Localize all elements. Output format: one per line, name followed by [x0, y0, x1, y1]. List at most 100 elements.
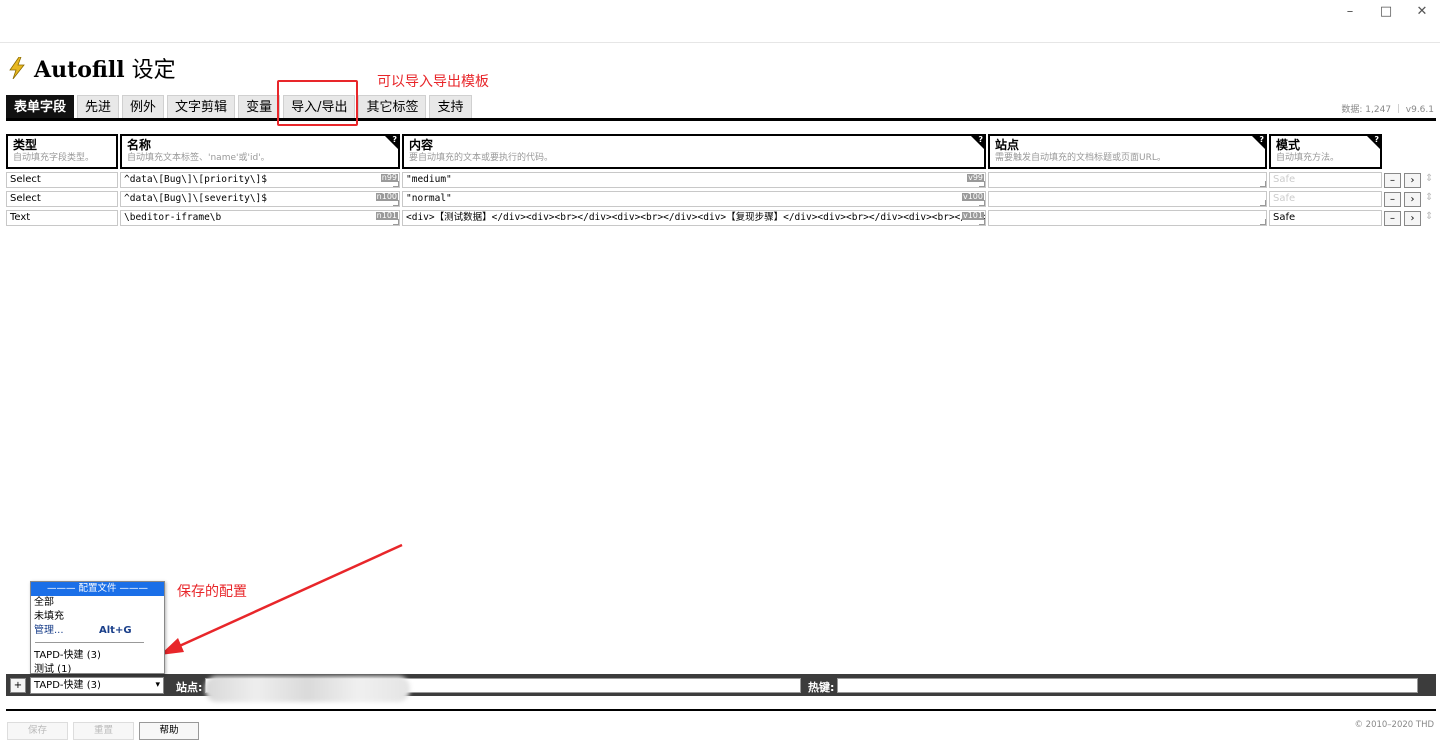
drag-handle-icon[interactable]: ⇕ [1425, 211, 1433, 222]
dropdown-item-all[interactable]: 全部 [31, 596, 164, 610]
column-subtitle: 自动填充文本标签、'name'或'id'。 [127, 153, 270, 163]
row-name-text: ^data\[Bug\]\[severity\]$ [124, 193, 267, 204]
dropdown-header: ——— 配置文件 ——— [31, 582, 164, 596]
hotkey-input[interactable] [837, 678, 1418, 693]
column-subtitle: 自动填充字段类型。 [13, 153, 95, 163]
manage-shortcut: Alt+G [99, 625, 132, 636]
column-title: 模式 [1276, 138, 1301, 152]
dropdown-item-profile-tapd[interactable]: TAPD-快建 (3) [31, 649, 164, 663]
column-title: 名称 [127, 138, 152, 152]
tab-bar: 表单字段 先进 例外 文字剪辑 变量 导入/导出 其它标签 支持 [6, 95, 472, 118]
column-subtitle: 自动填充方法。 [1276, 153, 1340, 163]
annotation-import-export: 可以导入导出模板 [377, 74, 489, 90]
title-divider [0, 42, 1440, 43]
tab-form-fields[interactable]: 表单字段 [6, 95, 75, 118]
column-subtitle: 要自动填充的文本或要执行的代码。 [409, 153, 554, 163]
reset-button[interactable]: 重置 [73, 722, 134, 740]
help-mark: ? [1259, 135, 1264, 144]
resize-grip-icon[interactable] [393, 219, 399, 225]
row-1-content-input[interactable]: "medium" v99 [402, 172, 986, 188]
row-1-site-input[interactable] [988, 172, 1267, 188]
profile-select-value: TAPD-快建 (3) [34, 680, 101, 691]
chevron-down-icon: ▾ [155, 680, 160, 690]
close-icon[interactable]: ✕ [1414, 4, 1430, 19]
tab-underline [6, 118, 1436, 121]
row-content-text: "normal" [406, 193, 452, 204]
row-3-type-select[interactable]: Text [6, 210, 118, 226]
resize-grip-icon[interactable] [979, 200, 985, 206]
help-button[interactable]: 帮助 [139, 722, 199, 740]
resize-grip-icon[interactable] [393, 200, 399, 206]
row-3-next-button[interactable]: › [1404, 211, 1421, 226]
help-corner-icon[interactable]: ? [1367, 135, 1380, 149]
row-content-text: "medium" [406, 174, 452, 185]
row-2-name-input[interactable]: ^data\[Bug\]\[severity\]$ n100 [120, 191, 400, 207]
manage-label: 管理... [34, 625, 64, 636]
row-1-name-input[interactable]: ^data\[Bug\]\[priority\]$ n99 [120, 172, 400, 188]
row-1-mode-select[interactable]: Safe [1269, 172, 1382, 188]
column-header-content: 内容 要自动填充的文本或要执行的代码。 ? [402, 134, 986, 169]
row-3-remove-button[interactable]: – [1384, 211, 1401, 226]
dropdown-item-unfilled[interactable]: 未填充 [31, 610, 164, 624]
row-3-content-input[interactable]: <div>【测试数据】</div><div><br></div><div><br… [402, 210, 986, 226]
column-title: 类型 [13, 138, 38, 152]
row-3-mode-select[interactable]: Safe [1269, 210, 1382, 226]
hotkey-label: 热键: [808, 681, 835, 694]
column-header-type: 类型 自动填充字段类型。 [6, 134, 118, 169]
help-mark: ? [1374, 135, 1379, 144]
row-name-text: \beditor-iframe\b [124, 212, 222, 223]
redacted-blur [205, 676, 410, 702]
tab-text-clips[interactable]: 文字剪辑 [167, 95, 236, 118]
drag-handle-icon[interactable]: ⇕ [1425, 192, 1433, 203]
maximize-icon[interactable]: □ [1378, 4, 1394, 19]
resize-grip-icon[interactable] [979, 181, 985, 187]
row-2-mode-select[interactable]: Safe [1269, 191, 1382, 207]
row-2-next-button[interactable]: › [1404, 192, 1421, 207]
copyright: © 2010–2020 THD [1354, 720, 1434, 730]
tab-other-tags[interactable]: 其它标签 [358, 95, 427, 118]
app-title-bold: Autofill [34, 57, 125, 83]
row-1-remove-button[interactable]: – [1384, 173, 1401, 188]
resize-grip-icon[interactable] [393, 181, 399, 187]
column-header-site: 站点 需要触发自动填充的文档标题或页面URL。 ? [988, 134, 1267, 169]
row-content-text: <div>【测试数据】</div><div><br></div><div><br… [406, 212, 986, 223]
dropdown-item-manage[interactable]: 管理... Alt+G [31, 624, 164, 638]
help-corner-icon[interactable]: ? [1252, 135, 1265, 149]
resize-grip-icon[interactable] [1260, 200, 1266, 206]
drag-handle-icon[interactable]: ⇕ [1425, 173, 1433, 184]
tab-variables[interactable]: 变量 [238, 95, 281, 118]
lightning-bolt-icon [9, 57, 25, 79]
row-1-next-button[interactable]: › [1404, 173, 1421, 188]
help-corner-icon[interactable]: ? [385, 135, 398, 149]
minimize-icon[interactable]: – [1342, 4, 1358, 19]
tab-advanced[interactable]: 先进 [77, 95, 120, 118]
resize-grip-icon[interactable] [1260, 181, 1266, 187]
row-name-text: ^data\[Bug\]\[priority\]$ [124, 174, 267, 185]
window-controls: – □ ✕ [1342, 4, 1430, 19]
column-header-mode: 模式 自动填充方法。 ? [1269, 134, 1382, 169]
row-2-site-input[interactable] [988, 191, 1267, 207]
row-3-site-input[interactable] [988, 210, 1267, 226]
save-button[interactable]: 保存 [7, 722, 68, 740]
help-corner-icon[interactable]: ? [971, 135, 984, 149]
dropdown-item-profile-test[interactable]: 测试 (1) [31, 663, 164, 677]
resize-grip-icon[interactable] [979, 219, 985, 225]
tab-exceptions[interactable]: 例外 [122, 95, 165, 118]
dropdown-divider [35, 642, 144, 643]
profile-select[interactable]: TAPD-快建 (3) ▾ [30, 677, 164, 694]
tab-support[interactable]: 支持 [429, 95, 472, 118]
row-2-type-select[interactable]: Select [6, 191, 118, 207]
profile-dropdown: ——— 配置文件 ——— 全部 未填充 管理... Alt+G TAPD-快建 (… [30, 581, 165, 677]
app-title-rest: 设定 [124, 58, 176, 83]
row-1-type-select[interactable]: Select [6, 172, 118, 188]
import-export-highlight [277, 80, 358, 126]
annotation-saved-config: 保存的配置 [177, 584, 247, 600]
row-2-content-input[interactable]: "normal" v100 [402, 191, 986, 207]
row-2-remove-button[interactable]: – [1384, 192, 1401, 207]
column-title: 站点 [995, 138, 1020, 152]
help-mark: ? [392, 135, 397, 144]
resize-grip-icon[interactable] [1260, 219, 1266, 225]
row-3-name-input[interactable]: \beditor-iframe\b n101 [120, 210, 400, 226]
add-profile-button[interactable]: + [10, 678, 26, 693]
app-header: Autofill 设定 [8, 52, 176, 84]
